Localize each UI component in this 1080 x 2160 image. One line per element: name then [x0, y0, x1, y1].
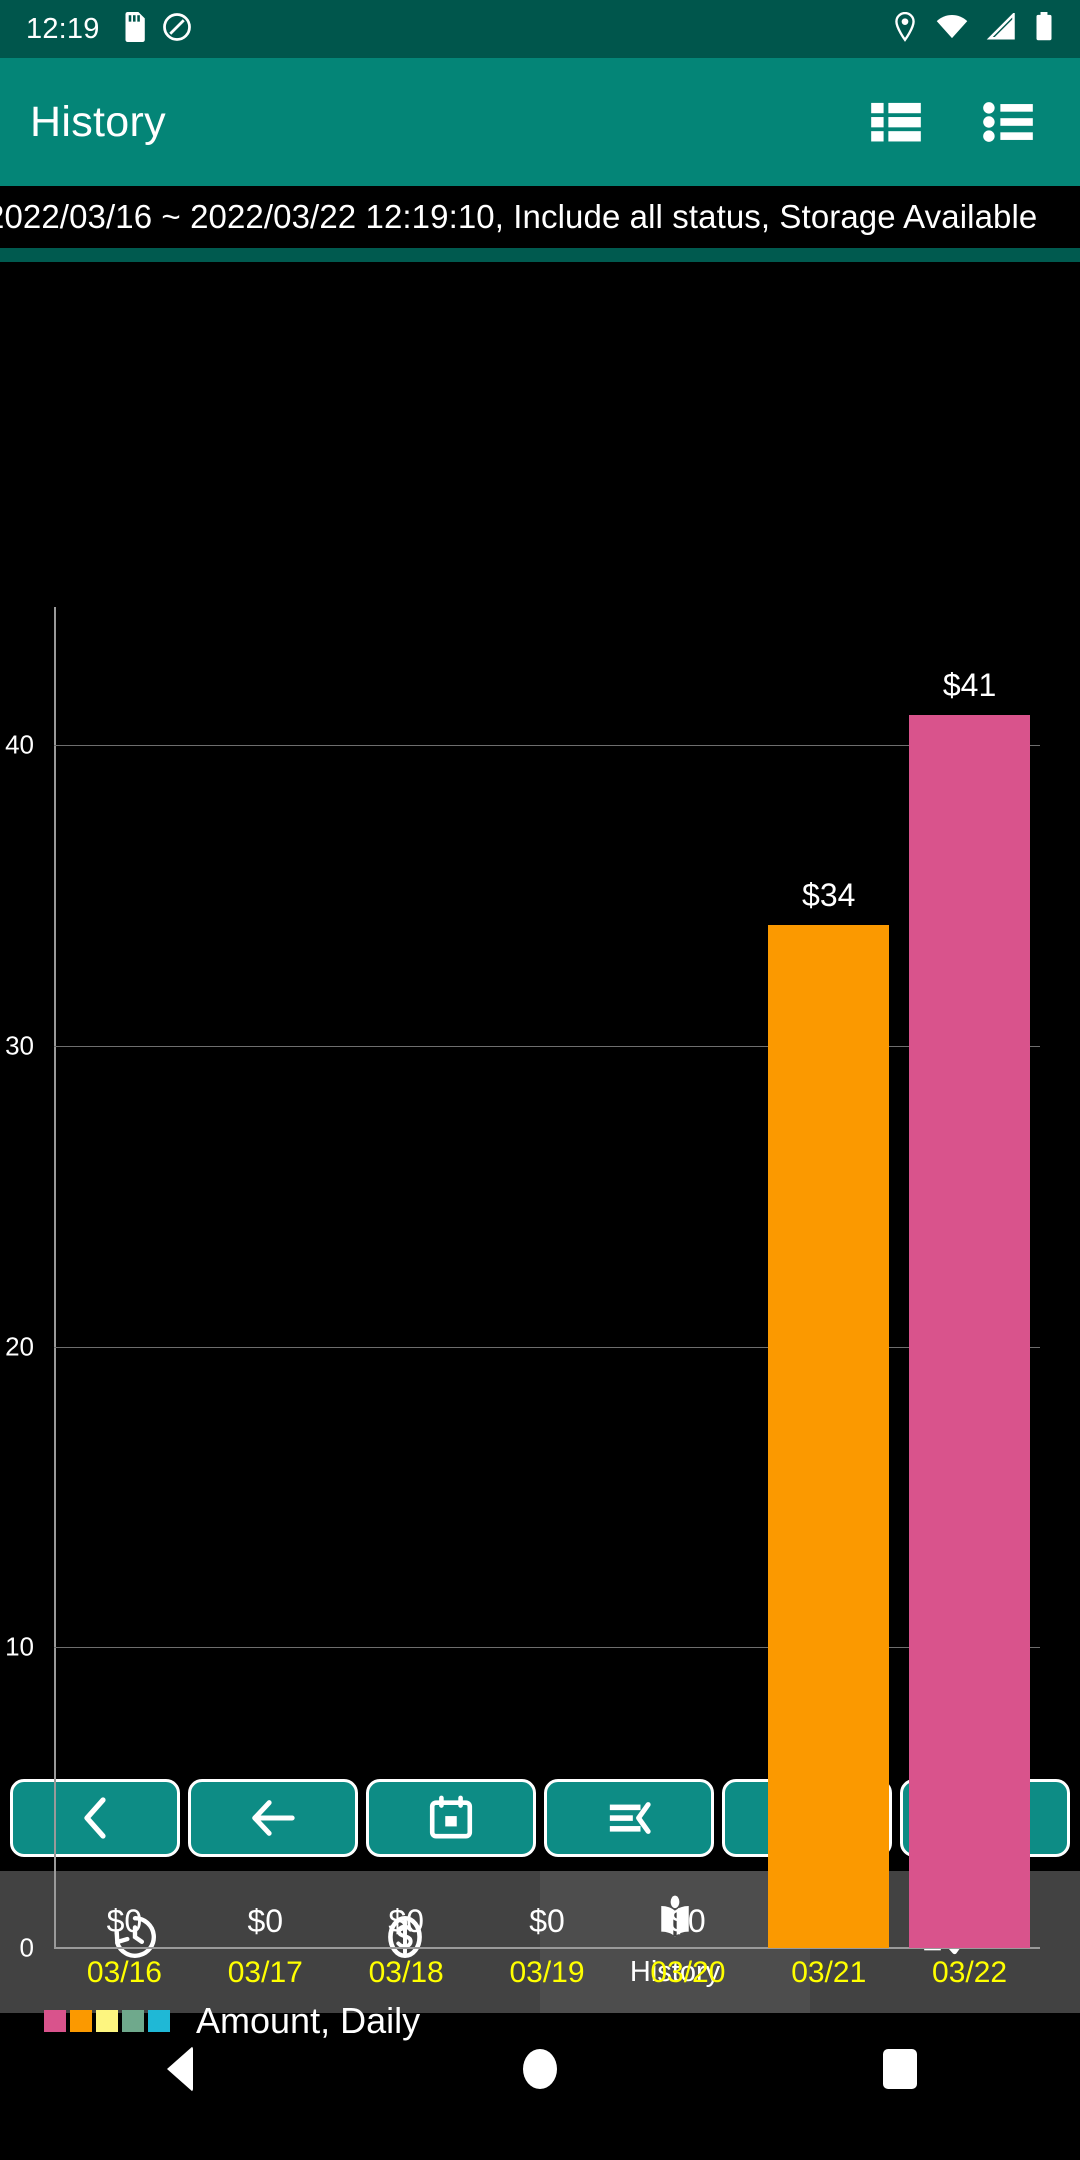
chart-bars: $0 $0 $0 $0 $0 $34 $41 [54, 607, 1040, 1948]
status-bar-left-icons [120, 11, 192, 47]
legend-swatch [148, 2010, 170, 2032]
cell-signal-icon [986, 10, 1016, 46]
legend-swatch [70, 2010, 92, 2032]
chart-bar-value-label: $0 [529, 1903, 565, 1939]
legend-swatch [96, 2010, 118, 2032]
chart-bar-value-label: $34 [802, 877, 856, 914]
chart-y-tick-label: 30 [5, 1030, 34, 1061]
sd-card-icon [120, 11, 146, 47]
android-recents-button[interactable] [720, 2049, 1080, 2089]
location-icon [892, 11, 918, 47]
circle-home-icon [523, 2049, 557, 2089]
status-bar: 12:19 [0, 0, 1080, 58]
chart-top-gap [0, 262, 1080, 280]
chart-legend: Amount, Daily [44, 2000, 420, 2042]
chart-bar-slot[interactable]: $0 [54, 607, 195, 1948]
view-list-icon[interactable] [868, 94, 924, 150]
app-bar-actions [868, 94, 1050, 150]
legend-swatches [44, 2010, 174, 2032]
do-not-disturb-icon [162, 12, 192, 47]
chart-y-tick-label: 0 [19, 1932, 34, 1963]
chart-x-tick-labels: 03/16 03/17 03/18 03/19 03/20 03/21 03/22 [54, 1956, 1040, 1990]
android-back-button[interactable] [0, 2046, 360, 2092]
format-list-bulleted-icon[interactable] [980, 94, 1036, 150]
chart-x-tick-label: 03/21 [791, 1956, 867, 1989]
chart-bar[interactable]: $41 [909, 667, 1031, 1948]
chart-bar-value-label: $0 [670, 1903, 706, 1939]
chart-bar-slot[interactable]: $34 [758, 607, 899, 1948]
legend-label: Amount, Daily [196, 2000, 421, 2041]
chart-bar-value-label: $0 [247, 1903, 284, 1939]
chart-bar-slot[interactable]: $0 [336, 607, 477, 1948]
chart-bar-value-label: $0 [388, 1903, 424, 1939]
status-bar-right-icons [892, 10, 1054, 47]
chart-y-tick-label: 20 [5, 1331, 34, 1361]
chart-x-tick-label: 03/16 [86, 1956, 162, 1989]
bar-chart[interactable]: 0 10 20 30 40 $0 $0 $0 $0 $0 $34 $41 03/16 03/17 03/… [0, 280, 1080, 2041]
status-bar-clock: 12:19 [26, 12, 100, 45]
chart-x-tick-label: 03/22 [932, 1956, 1008, 1989]
chart-bar-value-label: $0 [106, 1903, 143, 1939]
chart-bar-slot[interactable]: $0 [195, 607, 336, 1948]
chart-bar-slot[interactable]: $0 [477, 607, 618, 1948]
battery-icon [1034, 11, 1054, 47]
chart-bar-value-label: $41 [942, 666, 997, 703]
chart-y-tick-label: 10 [5, 1631, 34, 1662]
filter-summary-text: 2022/03/16 ~ 2022/03/22 12:19:10, Includ… [0, 198, 1038, 235]
chart-bar[interactable]: $34 [768, 877, 890, 1948]
filter-summary-bar[interactable]: 2022/03/16 ~ 2022/03/22 12:19:10, Includ… [0, 186, 1080, 248]
chart-bar-slot[interactable]: $41 [899, 607, 1040, 1948]
chart-x-tick-label: 03/17 [227, 1956, 303, 1989]
square-recents-icon [883, 2049, 917, 2089]
triangle-back-icon [167, 2046, 193, 2092]
chart-x-tick-label: 03/18 [368, 1956, 444, 1989]
legend-swatch [44, 2010, 66, 2032]
android-home-button[interactable] [360, 2049, 720, 2089]
chart-x-tick-label: 03/20 [650, 1956, 726, 1989]
chart-bar-slot[interactable]: $0 [617, 607, 758, 1948]
chart-y-tick-label: 40 [5, 729, 34, 760]
app-bar: History [0, 58, 1080, 186]
filter-bar-divider [0, 248, 1080, 262]
legend-swatch [122, 2010, 144, 2032]
page-title: History [30, 97, 166, 146]
chart-x-tick-label: 03/19 [509, 1956, 585, 1989]
wifi-icon [936, 13, 968, 46]
